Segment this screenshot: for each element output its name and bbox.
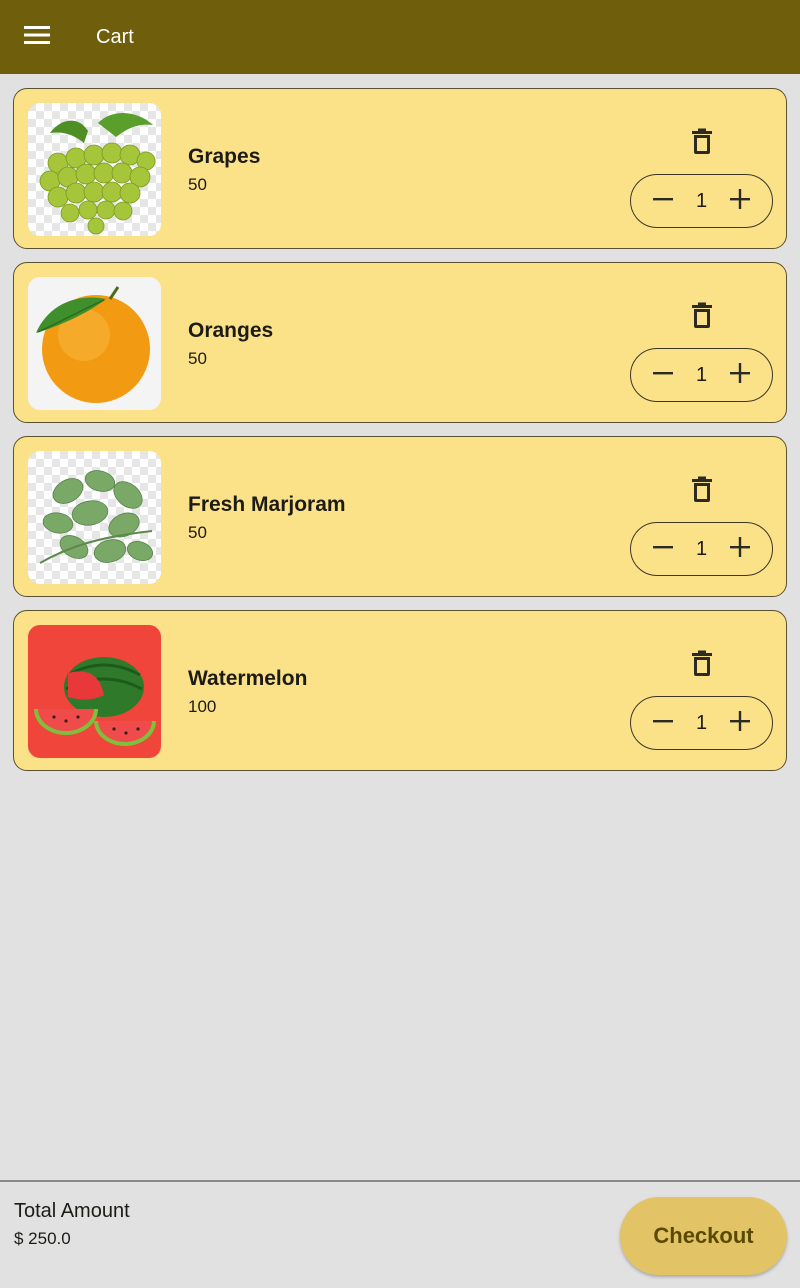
decrease-button[interactable] <box>649 187 677 215</box>
total-amount-value: $ 250.0 <box>14 1229 71 1248</box>
trash-icon <box>692 128 712 159</box>
plus-icon <box>730 710 750 736</box>
item-name: Oranges <box>188 319 274 342</box>
delete-button[interactable] <box>684 125 720 161</box>
trash-icon <box>692 476 712 507</box>
item-price: 50 <box>188 523 207 542</box>
minus-icon <box>653 363 673 388</box>
increase-button[interactable] <box>726 709 754 737</box>
cart-item-card: Oranges 50 1 <box>13 262 787 423</box>
checkout-button[interactable]: Checkout <box>620 1197 787 1275</box>
quantity-stepper: 1 <box>630 348 773 402</box>
delete-button[interactable] <box>684 473 720 509</box>
quantity-stepper: 1 <box>630 696 773 750</box>
product-image-oranges <box>28 277 161 410</box>
quantity-value: 1 <box>695 189 708 212</box>
minus-icon <box>653 537 673 562</box>
app-bar: Cart <box>0 0 800 74</box>
minus-icon <box>653 711 673 736</box>
quantity-stepper: 1 <box>630 522 773 576</box>
delete-button[interactable] <box>684 299 720 335</box>
product-image-grapes <box>28 103 161 236</box>
cart-list: Grapes 50 1 Oranges 50 1 Fresh Marjoram … <box>13 88 787 784</box>
item-price: 50 <box>188 175 207 194</box>
item-name: Fresh Marjoram <box>188 493 346 516</box>
checkout-bar: Total Amount $ 250.0 Checkout <box>0 1180 800 1288</box>
minus-icon <box>653 189 673 214</box>
plus-icon <box>730 362 750 388</box>
trash-icon <box>692 302 712 333</box>
decrease-button[interactable] <box>649 535 677 563</box>
increase-button[interactable] <box>726 187 754 215</box>
increase-button[interactable] <box>726 361 754 389</box>
total-amount-label: Total Amount <box>14 1200 130 1222</box>
increase-button[interactable] <box>726 535 754 563</box>
trash-icon <box>692 650 712 681</box>
menu-button[interactable] <box>0 0 74 74</box>
cart-item-card: Watermelon 100 1 <box>13 610 787 771</box>
delete-button[interactable] <box>684 647 720 683</box>
plus-icon <box>730 536 750 562</box>
page-title: Cart <box>96 25 134 48</box>
quantity-stepper: 1 <box>630 174 773 228</box>
decrease-button[interactable] <box>649 709 677 737</box>
product-image-marjoram <box>28 451 161 584</box>
quantity-value: 1 <box>695 711 708 734</box>
menu-icon <box>24 25 50 50</box>
item-name: Watermelon <box>188 667 308 690</box>
item-price: 50 <box>188 349 207 368</box>
cart-item-card: Fresh Marjoram 50 1 <box>13 436 787 597</box>
item-name: Grapes <box>188 145 261 168</box>
quantity-value: 1 <box>695 363 708 386</box>
cart-item-card: Grapes 50 1 <box>13 88 787 249</box>
quantity-value: 1 <box>695 537 708 560</box>
product-image-watermelon <box>28 625 161 758</box>
item-price: 100 <box>188 697 217 716</box>
plus-icon <box>730 188 750 214</box>
decrease-button[interactable] <box>649 361 677 389</box>
